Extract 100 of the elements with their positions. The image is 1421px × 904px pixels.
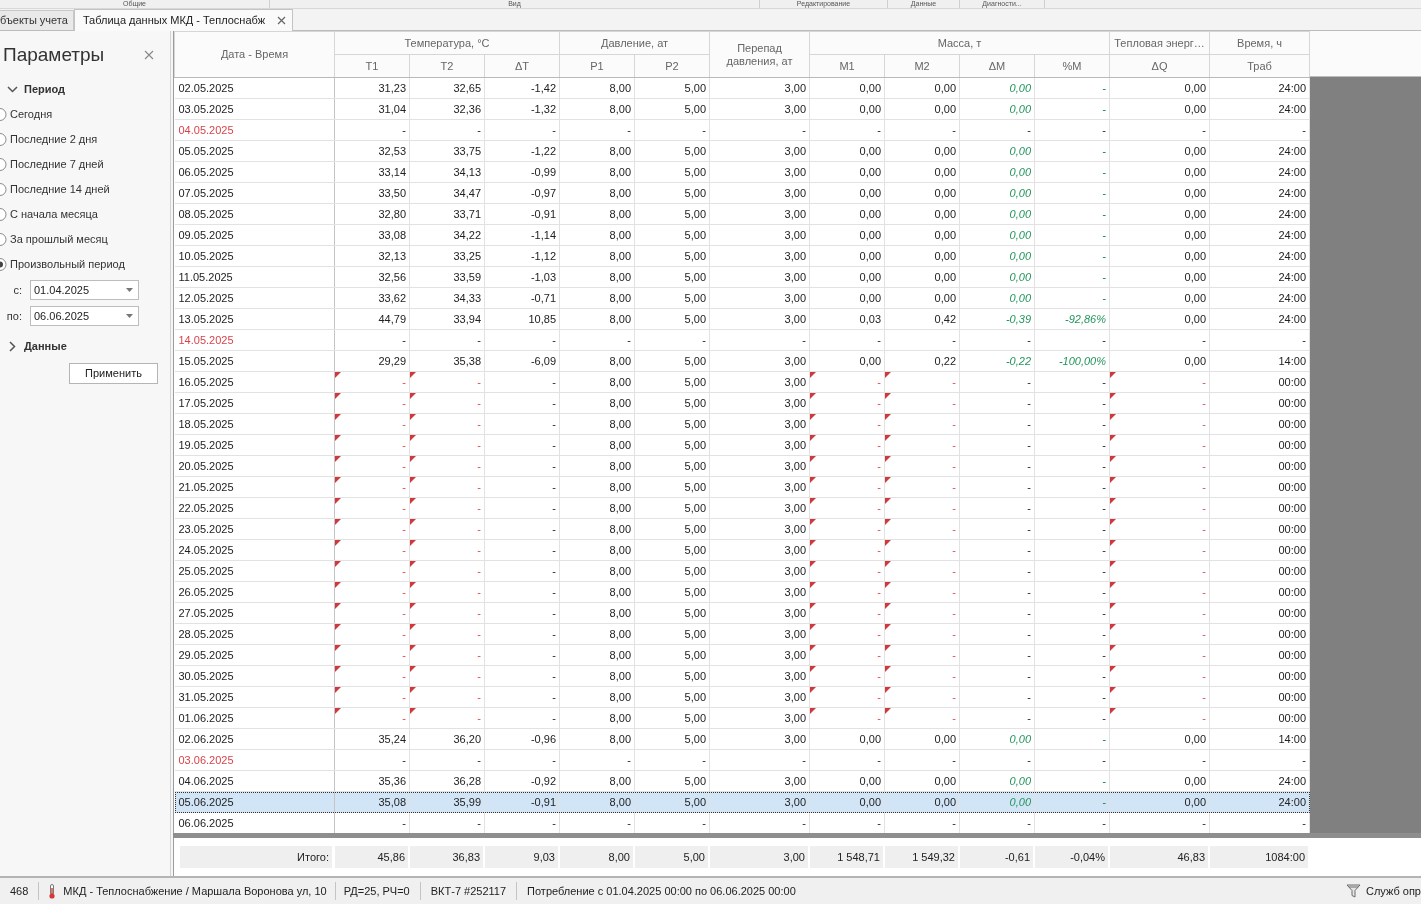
dropdown-caret-icon [126, 288, 133, 292]
table-cell-text: - [951, 689, 957, 705]
table-cell: -1,03 [484, 266, 560, 288]
table-cell: - [1034, 371, 1110, 393]
table-cell: 5,00 [634, 686, 710, 708]
column-header[interactable]: Дата - Время [174, 31, 335, 78]
table-cell: 8,00 [559, 98, 635, 120]
table-cell: 20.05.2025 [174, 455, 335, 477]
tab[interactable]: Таблица данных МКД - Теплоснабж [73, 9, 294, 31]
radio-option[interactable]: Последние 2 дня [0, 127, 170, 152]
table-cell: 31.05.2025 [174, 686, 335, 708]
table-cell: 14:00 [1209, 728, 1310, 750]
section-header[interactable]: Данные [0, 336, 170, 356]
selected-row[interactable]: 05.06.2025 35,08 35,99 -0,91 8,00 5,00 3,00 0,00 0,00 0,00 - 0,00 24:00 [174, 791, 1310, 813]
date-field[interactable]: 01.04.2025 [30, 280, 139, 300]
table-cell: 0,00 [809, 224, 885, 246]
apply-button[interactable]: Применить [69, 363, 158, 384]
table-cell: 00:00 [1209, 392, 1310, 414]
table-cell: - [484, 476, 560, 498]
table-cell-text: - [476, 500, 482, 516]
panel-title: Параметры [3, 43, 105, 67]
column-header[interactable]: Перепад давления, ат [709, 31, 810, 78]
table-cell: 0,22 [884, 350, 960, 372]
table-cell: 5,00 [634, 392, 710, 414]
table-cell: 3,00 [709, 707, 810, 729]
table-cell: - [1034, 518, 1110, 540]
table-cell: -0,96 [484, 728, 560, 750]
table-cell: 5,00 [634, 224, 710, 246]
table-cell: - [1034, 497, 1110, 519]
table-cell: 24:00 [1209, 98, 1310, 120]
table-cell: 0,00 [959, 287, 1035, 309]
table-cell: - [884, 749, 960, 771]
table-cell: - [959, 476, 1035, 498]
table-cell: 0,00 [884, 161, 960, 183]
table-cell: 8,00 [559, 497, 635, 519]
table-cell: - [959, 560, 1035, 582]
table-cell-text: - [876, 584, 882, 600]
tab[interactable]: бъекты учета [0, 10, 74, 30]
table-cell: - [1034, 707, 1110, 729]
table-cell-text: - [1201, 374, 1207, 390]
radio-option[interactable]: С начала месяца [0, 202, 170, 227]
table-cell: - [484, 602, 560, 624]
table-cell: 0,00 [1109, 728, 1210, 750]
table-cell: 02.05.2025 [174, 77, 335, 99]
table-cell: 33,94 [409, 308, 485, 330]
close-button[interactable] [144, 50, 154, 60]
table-cell: 00:00 [1209, 602, 1310, 624]
radio-option[interactable]: Сегодня [0, 102, 170, 127]
table-cell: 8,00 [559, 455, 635, 477]
table-cell: - [959, 539, 1035, 561]
table-cell-text: - [951, 416, 957, 432]
radio-option[interactable]: Последние 7 дней [0, 152, 170, 177]
table-cell-text: - [401, 521, 407, 537]
table-cell: 8,00 [559, 728, 635, 750]
table-cell: - [959, 581, 1035, 603]
table-cell: 00:00 [1209, 413, 1310, 435]
table-cell: 5,00 [634, 140, 710, 162]
table-cell: -1,12 [484, 245, 560, 267]
section-header[interactable]: Период [0, 79, 170, 99]
table-cell: - [559, 749, 635, 771]
table-cell: 0,00 [809, 98, 885, 120]
table-cell: 0,00 [1109, 308, 1210, 330]
table-cell: 00:00 [1209, 665, 1310, 687]
table-cell: - [484, 119, 560, 141]
table-cell: 00:00 [1209, 518, 1310, 540]
table-cell: - [809, 119, 885, 141]
table-cell: - [559, 329, 635, 351]
table-cell: 44,79 [334, 308, 410, 330]
table-cell: 00:00 [1209, 539, 1310, 561]
table-cell: 35,36 [334, 770, 410, 792]
table-cell-text: - [476, 479, 482, 495]
table-cell: 8,00 [559, 560, 635, 582]
table-cell: 5,00 [634, 602, 710, 624]
table-cell-text: - [951, 395, 957, 411]
table-cell: 00:00 [1209, 455, 1310, 477]
radio-option[interactable]: Произвольный период [0, 252, 170, 277]
table-cell-text: - [401, 668, 407, 684]
radio-option[interactable]: За прошлый месяц [0, 227, 170, 252]
table-cell: - [1034, 686, 1110, 708]
table-cell: - [484, 644, 560, 666]
table-cell: -0,39 [959, 308, 1035, 330]
table-cell: - [1209, 749, 1310, 771]
total-cell: 9,03 [485, 846, 558, 868]
table-cell: - [1034, 581, 1110, 603]
table-cell-text: - [476, 395, 482, 411]
totals-label: Итого: [180, 846, 332, 868]
table-cell: 8,00 [559, 140, 635, 162]
table-cell: - [484, 518, 560, 540]
table-cell: 16.05.2025 [174, 371, 335, 393]
table-cell: 3,00 [709, 392, 810, 414]
date-field[interactable]: 06.06.2025 [30, 306, 139, 326]
table-cell: - [1034, 602, 1110, 624]
table-cell: 18.05.2025 [174, 413, 335, 435]
radio-option[interactable]: Последние 14 дней [0, 177, 170, 202]
total-cell: 36,83 [410, 846, 483, 868]
table-cell: -92,86% [1034, 308, 1110, 330]
table-cell: 05.05.2025 [174, 140, 335, 162]
table-cell-text: - [1201, 542, 1207, 558]
table-cell: 8,00 [559, 350, 635, 372]
table-cell: - [809, 749, 885, 771]
